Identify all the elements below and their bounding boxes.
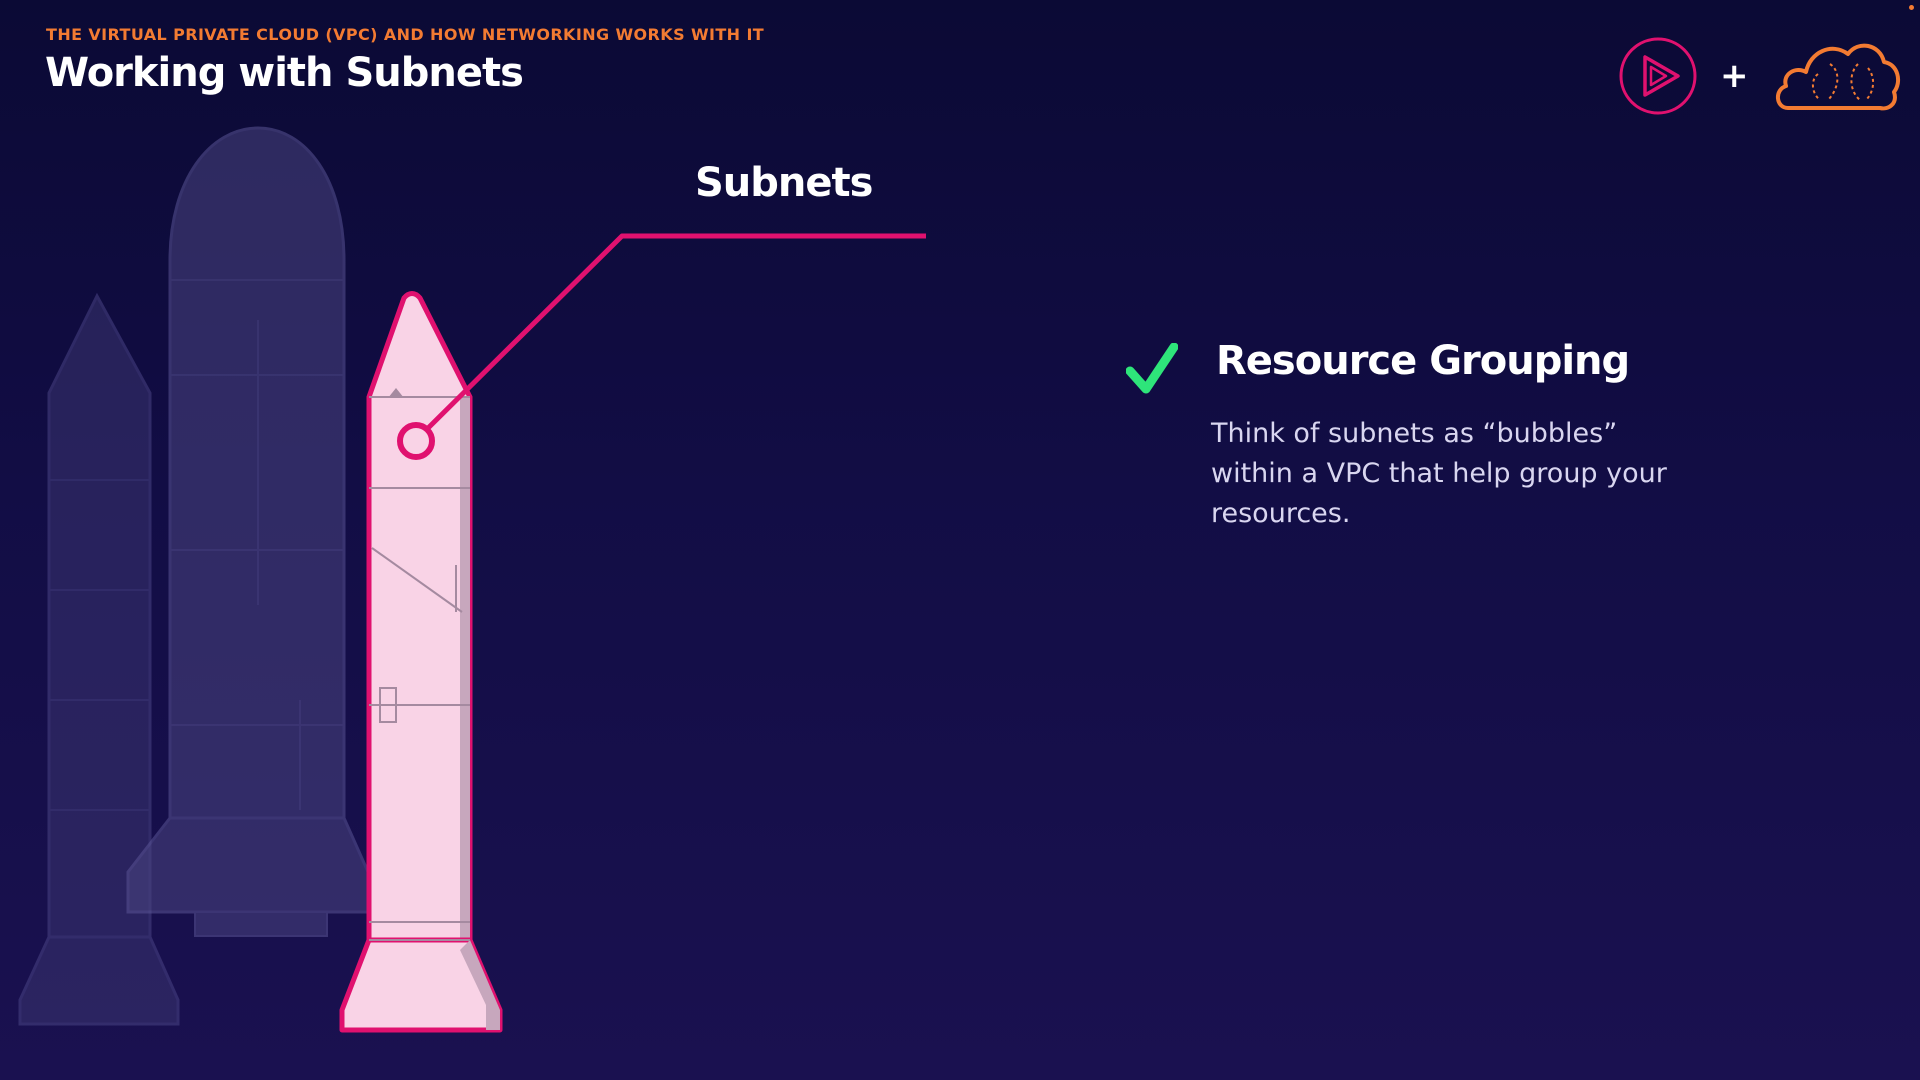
background-rocket-middle: [126, 126, 370, 937]
highlighted-rocket: [339, 291, 503, 1033]
brand-logos: [1612, 30, 1912, 120]
subnets-callout-line: [397, 233, 926, 460]
check-icon: [1126, 343, 1178, 394]
cloud-icon: [1776, 43, 1901, 111]
corner-marker: [1909, 5, 1914, 10]
feature-title: Resource Grouping: [1216, 338, 1630, 384]
subnets-callout-label: Subnets: [695, 160, 873, 206]
feature-description: Think of subnets as “bubbles” within a V…: [1211, 418, 1667, 529]
play-icon: [1619, 37, 1697, 115]
plus-sign: +: [1720, 56, 1749, 96]
background-rocket-left: [18, 292, 180, 1026]
